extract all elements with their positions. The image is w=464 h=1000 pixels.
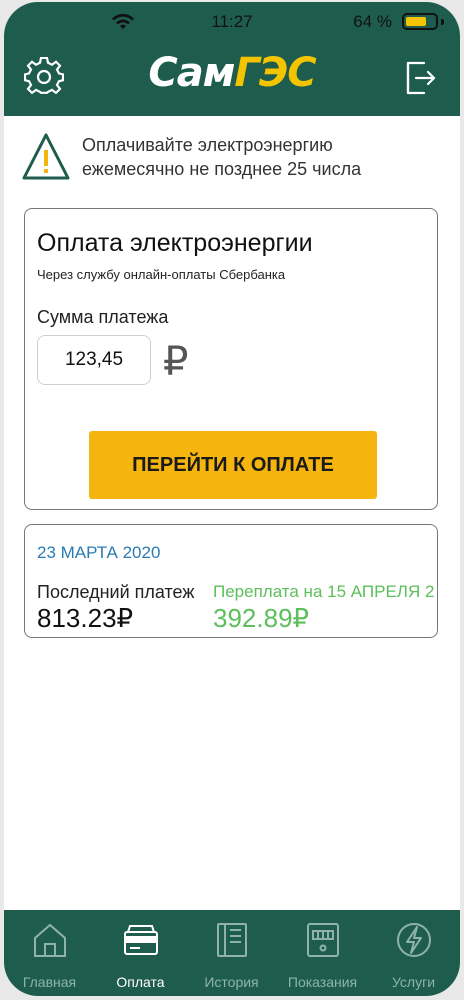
ruble-symbol: ₽ bbox=[163, 339, 189, 385]
amount-label: Сумма платежа bbox=[37, 307, 169, 327]
battery-percent: 64 % bbox=[353, 12, 392, 31]
book-icon bbox=[217, 923, 247, 957]
go-to-payment-button[interactable]: ПЕРЕЙТИ К ОПЛАТЕ bbox=[89, 431, 377, 499]
tab-label: Показания bbox=[287, 974, 358, 990]
payment-card: Оплата электроэнергии Через службу онлай… bbox=[24, 208, 438, 510]
tab-bar: Главная Оплата История Показания Услуги bbox=[4, 910, 460, 996]
warning-icon bbox=[22, 133, 70, 180]
tab-home[interactable]: Главная bbox=[4, 910, 95, 996]
top-bar: 11:27 64 % СамГЭС bbox=[4, 2, 460, 116]
samges-logo: СамГЭС bbox=[148, 50, 316, 96]
meter-icon bbox=[307, 923, 339, 957]
notice-text: Оплачивайте электроэнергию ежемесячно не… bbox=[82, 135, 362, 179]
last-payment-value: 813.23₽ bbox=[37, 603, 134, 633]
balance-card: 23 МАРТА 2020 Последний платеж 813.23₽ П… bbox=[24, 524, 438, 638]
home-icon bbox=[34, 923, 66, 957]
tab-payment[interactable]: Оплата bbox=[95, 910, 186, 996]
app-screen: 11:27 64 % СамГЭС Оплачивайте электроэне… bbox=[4, 2, 460, 996]
payment-subtitle: Через службу онлайн-оплаты Сбербанка bbox=[37, 267, 286, 282]
logout-icon[interactable] bbox=[400, 57, 440, 97]
overpayment-label: Переплата на 15 АПРЕЛЯ 2 bbox=[213, 582, 435, 601]
amount-input[interactable]: 123,45 bbox=[37, 335, 151, 385]
balance-date: 23 МАРТА 2020 bbox=[37, 543, 161, 562]
tab-label: История bbox=[204, 974, 259, 990]
tab-label: Главная bbox=[22, 974, 77, 990]
tab-readings[interactable]: Показания bbox=[277, 910, 368, 996]
tab-label: Услуги bbox=[391, 974, 436, 990]
battery-icon bbox=[402, 13, 438, 30]
tab-history[interactable]: История bbox=[186, 910, 277, 996]
payment-title: Оплата электроэнергии bbox=[37, 229, 313, 257]
overpayment-value: 392.89₽ bbox=[213, 603, 310, 633]
lightning-icon bbox=[397, 923, 431, 957]
status-bar: 11:27 64 % bbox=[4, 10, 460, 36]
last-payment-label: Последний платеж bbox=[37, 582, 195, 602]
tab-label: Оплата bbox=[116, 974, 165, 990]
payment-deadline-notice: Оплачивайте электроэнергию ежемесячно не… bbox=[22, 128, 442, 188]
wallet-icon bbox=[124, 925, 158, 955]
tab-services[interactable]: Услуги bbox=[368, 910, 459, 996]
